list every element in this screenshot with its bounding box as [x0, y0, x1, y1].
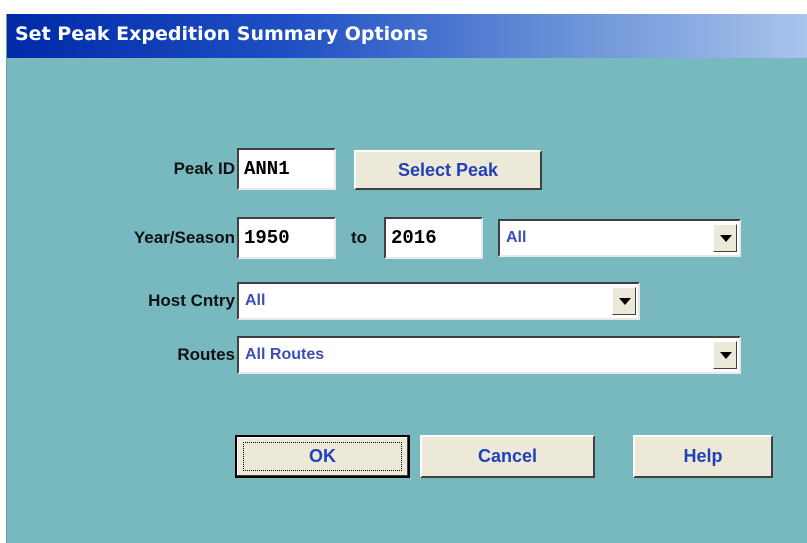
chevron-down-icon[interactable] [713, 341, 737, 369]
routes-select[interactable]: All Routes [237, 336, 741, 374]
focus-ring [243, 442, 402, 471]
window-title: Set Peak Expedition Summary Options [15, 23, 429, 45]
peak-id-input[interactable]: ANN1 [237, 148, 336, 190]
host-country-select-value: All [245, 292, 266, 309]
routes-label: Routes [177, 345, 235, 364]
peak-id-label: Peak ID [173, 159, 235, 178]
season-select[interactable]: All [498, 219, 741, 257]
dialog-window: Set Peak Expedition Summary Options Peak… [6, 14, 807, 543]
select-peak-button-label: Select Peak [397, 160, 499, 180]
to-label: to [350, 228, 368, 247]
title-bar[interactable]: Set Peak Expedition Summary Options [7, 14, 807, 58]
cancel-button[interactable]: Cancel [420, 435, 595, 478]
year-to-input[interactable]: 2016 [384, 217, 483, 259]
host-country-select[interactable]: All [237, 282, 640, 320]
year-season-label: Year/Season [133, 228, 235, 247]
routes-select-value: All Routes [245, 346, 325, 363]
chevron-down-icon[interactable] [713, 224, 737, 252]
ok-button[interactable]: OK [235, 435, 410, 478]
host-country-label: Host Cntry [148, 291, 235, 310]
year-from-input[interactable]: 1950 [237, 217, 336, 259]
help-button-label: Help [683, 446, 723, 466]
select-peak-button[interactable]: Select Peak [354, 150, 542, 190]
help-button[interactable]: Help [633, 435, 773, 478]
chevron-down-icon[interactable] [612, 287, 636, 315]
season-select-value: All [506, 229, 527, 246]
cancel-button-label: Cancel [477, 446, 538, 466]
